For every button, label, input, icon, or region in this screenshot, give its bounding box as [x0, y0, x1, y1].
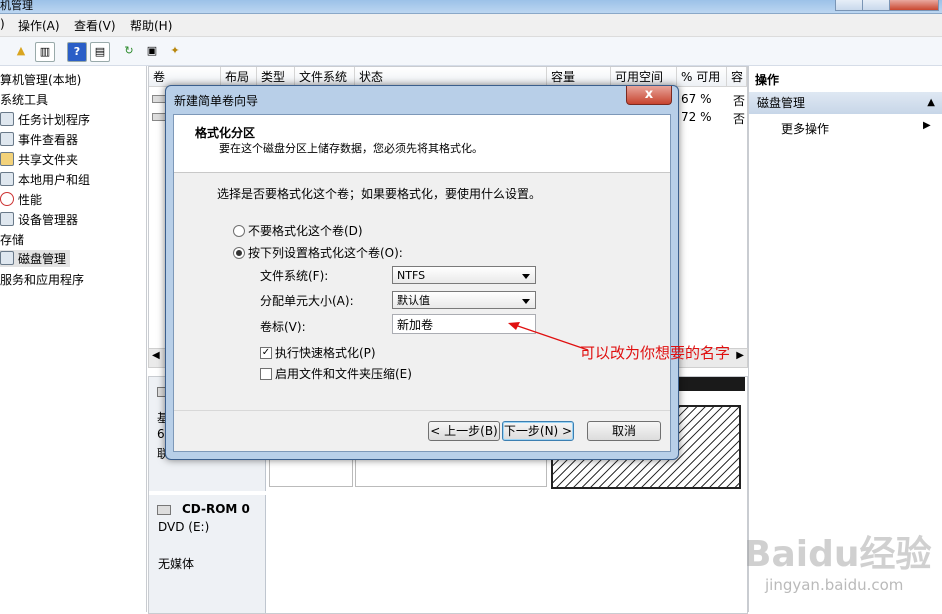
menu-file-fragment[interactable]: ) [0, 17, 5, 31]
window-title: 机管理 [0, 0, 33, 12]
quick-format-label[interactable]: 执行快速格式化(P) [275, 344, 376, 361]
no-format-radio[interactable] [233, 225, 245, 237]
dropdown-arrow-icon [522, 299, 530, 304]
tree-item-task-scheduler[interactable]: 任务计划程序 [0, 111, 90, 128]
dialog-close-button[interactable]: x [626, 86, 672, 105]
properties-icon[interactable]: ▣ [143, 42, 161, 60]
tree-system-tools[interactable]: 系统工具 [0, 91, 48, 108]
tree-item-disk-management[interactable]: 磁盘管理 [0, 250, 71, 267]
scroll-left-icon[interactable]: ◀ [152, 350, 160, 361]
window-titlebar: 机管理 [0, 0, 942, 14]
annotation-arrow-line [511, 323, 589, 351]
toolbar: ▲ ▥ ? ▤ ↻ ▣ ✦ [0, 37, 942, 66]
row-1-fault: 否 [733, 94, 746, 108]
cdrom-icon [157, 505, 171, 515]
format-radio[interactable] [233, 247, 245, 259]
menu-view[interactable]: 查看(V) [74, 17, 116, 34]
back-button[interactable]: < 上一步(B) [428, 421, 500, 441]
disk-icon [0, 251, 14, 265]
maximize-button[interactable] [862, 0, 891, 11]
minimize-button[interactable] [835, 0, 864, 11]
row-1-percent-free: 67 % [681, 92, 712, 106]
performance-icon [0, 192, 14, 206]
col-filesystem[interactable]: 文件系统 [295, 67, 355, 87]
up-folder-icon[interactable]: ▲ [12, 42, 30, 60]
users-icon [0, 172, 14, 186]
col-percent-free[interactable]: % 可用 [677, 67, 727, 87]
format-prompt: 选择是否要格式化这个卷；如果要格式化，要使用什么设置。 [217, 187, 542, 201]
dialog-body: 格式化分区 要在这个磁盘分区上储存数据，您必须先将其格式化。 选择是否要格式化这… [173, 114, 671, 452]
quick-format-checkbox[interactable]: ✓ [260, 347, 272, 359]
cdrom-name: CD-ROM 0 [182, 502, 250, 516]
tree-services[interactable]: 服务和应用程序 [0, 271, 84, 288]
actions-section-disk-management[interactable]: 磁盘管理 ▲ [749, 92, 942, 114]
collapse-icon[interactable]: ▲ [927, 92, 935, 114]
compression-label[interactable]: 启用文件和文件夹压缩(E) [275, 365, 412, 382]
device-manager-icon [0, 212, 14, 226]
allocation-size-label: 分配单元大小(A): [260, 294, 354, 308]
filesystem-label: 文件系统(F): [260, 269, 329, 283]
col-capacity[interactable]: 容量 [547, 67, 611, 87]
dialog-header: 格式化分区 要在这个磁盘分区上储存数据，您必须先将其格式化。 [174, 115, 670, 173]
format-label[interactable]: 按下列设置格式化这个卷(O): [248, 244, 403, 261]
disk-0-size: 6 [157, 427, 165, 441]
tree-item-device-manager[interactable]: 设备管理器 [0, 211, 78, 228]
dropdown-arrow-icon [522, 274, 530, 279]
tree-root[interactable]: 算机管理(本地) [0, 71, 81, 88]
settings-icon[interactable]: ✦ [166, 42, 184, 60]
refresh-icon[interactable]: ↻ [120, 42, 138, 60]
dialog-subheading: 要在这个磁盘分区上储存数据，您必须先将其格式化。 [219, 142, 483, 155]
tree-item-shared-folders[interactable]: 共享文件夹 [0, 151, 78, 168]
tree-item-performance[interactable]: 性能 [0, 191, 42, 208]
col-type[interactable]: 类型 [257, 67, 295, 87]
folder-icon [0, 152, 14, 166]
no-format-label[interactable]: 不要格式化这个卷(D) [248, 222, 363, 239]
baidu-watermark-url: jingyan.baidu.com [765, 576, 904, 594]
menu-help[interactable]: 帮助(H) [130, 17, 172, 34]
tree-item-local-users[interactable]: 本地用户和组 [0, 171, 90, 188]
annotation-text: 可以改为你想要的名字 [580, 344, 731, 362]
allocation-size-select[interactable]: 默认值 [392, 291, 536, 309]
scroll-right-icon[interactable]: ▶ [736, 350, 744, 361]
more-actions[interactable]: 更多操作 [781, 120, 829, 137]
help-icon[interactable]: ? [67, 42, 87, 62]
tree-item-event-viewer[interactable]: 事件查看器 [0, 131, 78, 148]
tree-storage[interactable]: 存储 [0, 231, 24, 248]
dialog-button-bar: < 上一步(B) 下一步(N) > 取消 [174, 410, 670, 452]
actions-header: 操作 [755, 73, 780, 87]
cancel-button[interactable]: 取消 [587, 421, 661, 441]
next-button[interactable]: 下一步(N) > [502, 421, 574, 441]
show-tree-icon[interactable]: ▥ [35, 42, 55, 62]
close-button[interactable] [889, 0, 939, 11]
baidu-watermark: Baidu经验 [744, 534, 932, 575]
show-action-pane-icon[interactable]: ▤ [90, 42, 110, 62]
dialog-heading: 格式化分区 [195, 126, 256, 140]
cdrom-media-status: 无媒体 [158, 557, 195, 571]
col-free-space[interactable]: 可用空间 [611, 67, 677, 87]
row-2-percent-free: 72 % [681, 110, 712, 124]
submenu-arrow-icon: ▶ [923, 120, 931, 131]
cdrom-drive: DVD (E:) [158, 520, 210, 534]
menu-bar: ) 操作(A) 查看(V) 帮助(H) [0, 14, 942, 37]
clock-icon [0, 112, 14, 126]
event-viewer-icon [0, 132, 14, 146]
col-fault[interactable]: 容 [727, 67, 747, 87]
filesystem-select[interactable]: NTFS [392, 266, 536, 284]
dialog-title: 新建简单卷向导 [174, 94, 259, 108]
col-volume[interactable]: 卷 [149, 67, 221, 87]
col-status[interactable]: 状态 [355, 67, 547, 87]
menu-action[interactable]: 操作(A) [18, 17, 60, 34]
compression-checkbox[interactable] [260, 368, 272, 380]
row-2-fault: 否 [733, 112, 746, 126]
col-layout[interactable]: 布局 [221, 67, 257, 87]
volume-label-label: 卷标(V): [260, 320, 306, 334]
new-simple-volume-wizard: 新建简单卷向导 x 格式化分区 要在这个磁盘分区上储存数据，您必须先将其格式化。… [165, 85, 679, 460]
cdrom-label[interactable]: CD-ROM 0 DVD (E:) 无媒体 [149, 495, 266, 613]
navigation-tree: 算机管理(本地) 系统工具 任务计划程序 事件查看器 共享文件夹 本地用户和组 … [0, 66, 147, 612]
